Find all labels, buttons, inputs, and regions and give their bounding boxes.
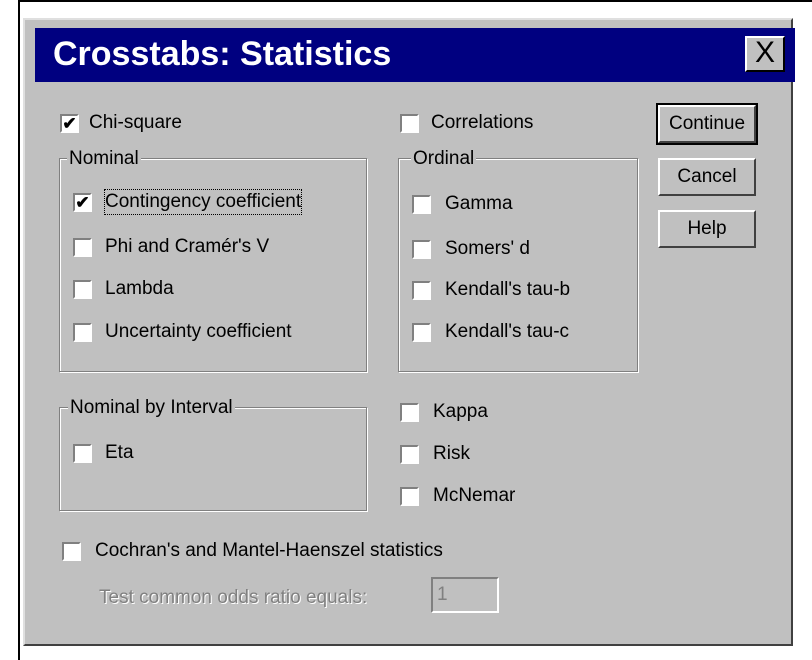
gamma-label: Gamma	[445, 193, 513, 214]
somers-d-label: Somers' d	[445, 238, 530, 259]
kendalls-tau-c-checkbox[interactable]	[412, 323, 431, 342]
correlations-checkbox[interactable]	[400, 114, 419, 133]
phi-cramers-v-checkbox[interactable]	[73, 238, 92, 257]
mcnemar-checkbox[interactable]	[400, 487, 419, 506]
uncertainty-coefficient-label: Uncertainty coefficient	[105, 321, 292, 342]
crosstabs-statistics-dialog: Crosstabs: Statistics X ✔ Chi-square Cor…	[23, 18, 795, 646]
risk-checkbox[interactable]	[400, 445, 419, 464]
contingency-coefficient-label: Contingency coefficient	[103, 189, 303, 215]
chi-square-checkbox[interactable]: ✔	[60, 114, 79, 133]
cochran-mantel-haenszel-label: Cochran's and Mantel-Haenszel statistics	[95, 540, 443, 561]
test-common-odds-label: Test common odds ratio equals:	[99, 587, 368, 608]
dialog-title: Crosstabs: Statistics	[53, 35, 392, 73]
chi-square-label: Chi-square	[89, 112, 182, 133]
odds-ratio-input[interactable]: 1	[431, 577, 499, 613]
title-bar: Crosstabs: Statistics X	[35, 28, 795, 82]
check-icon: ✔	[62, 114, 77, 133]
cochran-mantel-haenszel-checkbox[interactable]	[62, 542, 81, 561]
lambda-checkbox[interactable]	[73, 280, 92, 299]
continue-button[interactable]: Continue	[656, 103, 758, 145]
lambda-label: Lambda	[105, 278, 174, 299]
help-button[interactable]: Help	[658, 210, 756, 248]
ordinal-legend: Ordinal	[411, 147, 477, 171]
nominal-by-interval-legend: Nominal by Interval	[68, 396, 235, 420]
eta-label: Eta	[105, 442, 134, 463]
contingency-coefficient-checkbox[interactable]: ✔	[73, 193, 92, 212]
mcnemar-label: McNemar	[433, 485, 516, 506]
close-icon: X	[754, 36, 775, 69]
kendalls-tau-c-label: Kendall's tau-c	[445, 321, 570, 342]
cancel-button[interactable]: Cancel	[658, 158, 756, 196]
close-button[interactable]: X	[745, 36, 785, 72]
check-icon: ✔	[75, 193, 90, 212]
uncertainty-coefficient-checkbox[interactable]	[73, 323, 92, 342]
risk-label: Risk	[433, 443, 470, 464]
gamma-checkbox[interactable]	[412, 195, 431, 214]
somers-d-checkbox[interactable]	[412, 240, 431, 259]
eta-checkbox[interactable]	[73, 444, 92, 463]
kappa-label: Kappa	[433, 401, 488, 422]
kappa-checkbox[interactable]	[400, 403, 419, 422]
kendalls-tau-b-checkbox[interactable]	[412, 281, 431, 300]
kendalls-tau-b-label: Kendall's tau-b	[445, 279, 571, 300]
phi-cramers-v-label: Phi and Cramér's V	[105, 236, 270, 257]
correlations-label: Correlations	[431, 112, 534, 133]
nominal-legend: Nominal	[67, 147, 141, 171]
